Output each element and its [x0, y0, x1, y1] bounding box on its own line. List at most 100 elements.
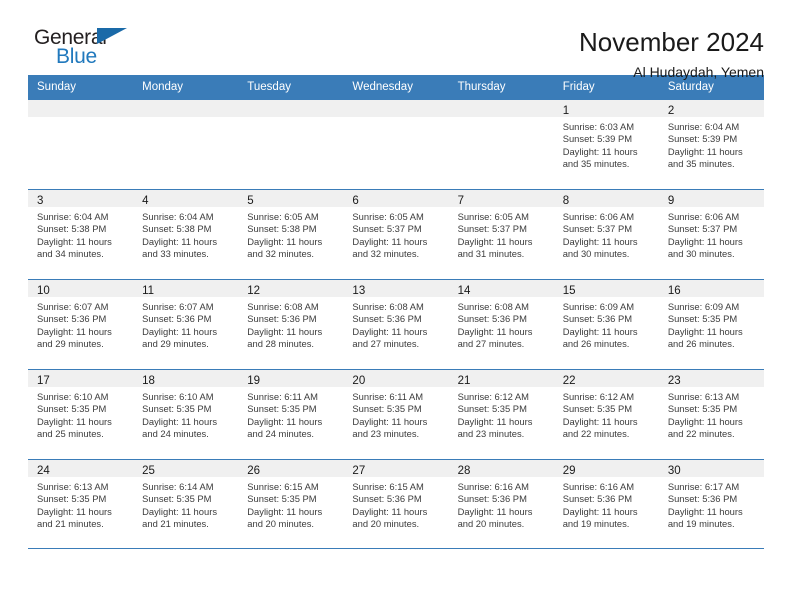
daylight-text-line2: and 27 minutes.: [457, 338, 525, 350]
day-number-band: 3: [28, 190, 134, 207]
day-number-band: 26: [238, 460, 344, 477]
daylight-text-line2: and 22 minutes.: [562, 428, 630, 440]
day-sun-info: Sunrise: 6:15 AM Sunset: 5:36 PM Daylight:…: [343, 477, 448, 531]
calendar-day-cell[interactable]: 10 Sunrise: 6:07 AM Sunset: 5:36 PM Dayligh…: [28, 280, 134, 369]
day-number: 4: [142, 195, 149, 207]
day-number: 19: [247, 375, 261, 387]
day-number-band: 1: [553, 100, 659, 117]
day-number-band: 18: [133, 370, 239, 387]
calendar-day-cell[interactable]: 17 Sunrise: 6:10 AM Sunset: 5:35 PM Dayligh…: [28, 370, 134, 459]
sunset-text: Sunset: 5:35 PM: [667, 313, 738, 325]
daylight-text-line2: and 35 minutes.: [562, 158, 630, 170]
daylight-text-line2: and 20 minutes.: [457, 518, 525, 530]
calendar-day-cell[interactable]: 27 Sunrise: 6:15 AM Sunset: 5:36 PM Dayligh…: [343, 460, 449, 548]
calendar-day-cell[interactable]: 14 Sunrise: 6:08 AM Sunset: 5:36 PM Dayligh…: [448, 280, 554, 369]
sunset-text: Sunset: 5:36 PM: [457, 493, 527, 505]
day-number-band: 21: [448, 370, 554, 387]
calendar-day-cell-empty: [343, 100, 449, 189]
daylight-text-line1: Daylight: 11 hours: [37, 235, 112, 247]
sunrise-text: Sunrise: 6:07 AM: [142, 301, 214, 312]
day-number-band: 12: [238, 280, 344, 297]
calendar-week-row: 1 Sunrise: 6:03 AM Sunset: 5:39 PM Daylight…: [28, 99, 764, 189]
daylight-text-line1: Daylight: 11 hours: [142, 325, 218, 337]
day-number: 9: [667, 195, 675, 207]
daylight-text-line2: and 32 minutes.: [352, 248, 420, 260]
day-number-band: [343, 100, 449, 117]
sunset-text: Sunset: 5:36 PM: [562, 313, 633, 325]
calendar-day-cell[interactable]: 30 Sunrise: 6:17 AM Sunset: 5:36 PM Dayligh…: [658, 460, 764, 548]
daylight-text-line2: and 27 minutes.: [352, 338, 420, 350]
calendar-day-cell[interactable]: 24 Sunrise: 6:13 AM Sunset: 5:35 PM Dayligh…: [28, 460, 134, 548]
sunrise-text: Sunrise: 6:12 AM: [457, 391, 529, 402]
calendar-day-cell[interactable]: 16 Sunrise: 6:09 AM Sunset: 5:35 PM Dayligh…: [658, 280, 764, 369]
logo-text-blue: Blue: [56, 45, 97, 68]
day-sun-info: Sunrise: 6:08 AM Sunset: 5:36 PM Daylight:…: [449, 297, 554, 351]
sunset-text: Sunset: 5:35 PM: [37, 403, 107, 415]
calendar-day-cell[interactable]: 18 Sunrise: 6:10 AM Sunset: 5:35 PM Dayligh…: [133, 370, 239, 459]
sunset-text: Sunset: 5:36 PM: [352, 493, 422, 505]
daylight-text-line1: Daylight: 11 hours: [562, 145, 638, 157]
day-number-band: 10: [28, 280, 134, 297]
day-sun-info: Sunrise: 6:15 AM Sunset: 5:35 PM Daylight:…: [238, 477, 343, 531]
daylight-text-line2: and 20 minutes.: [352, 518, 420, 530]
general-blue-logo[interactable]: General Blue: [28, 26, 148, 72]
weekday-header-row: Sunday Monday Tuesday Wednesday Thursday…: [28, 75, 764, 99]
sunset-text: Sunset: 5:35 PM: [142, 493, 212, 505]
sunrise-text: Sunrise: 6:07 AM: [37, 301, 109, 312]
calendar-day-cell[interactable]: 19 Sunrise: 6:11 AM Sunset: 5:35 PM Dayligh…: [238, 370, 344, 459]
calendar-day-cell[interactable]: 15 Sunrise: 6:09 AM Sunset: 5:36 PM Dayligh…: [553, 280, 659, 369]
sunset-text: Sunset: 5:35 PM: [667, 403, 738, 415]
day-sun-info: Sunrise: 6:04 AM Sunset: 5:38 PM Daylight:…: [133, 207, 238, 261]
day-number-band: 5: [238, 190, 344, 207]
day-number-band: 14: [448, 280, 554, 297]
calendar-day-cell[interactable]: 22 Sunrise: 6:12 AM Sunset: 5:35 PM Dayligh…: [553, 370, 659, 459]
calendar-day-cell[interactable]: 28 Sunrise: 6:16 AM Sunset: 5:36 PM Dayligh…: [448, 460, 554, 548]
daylight-text-line2: and 21 minutes.: [37, 518, 104, 530]
day-number: 24: [37, 465, 50, 477]
calendar-day-cell[interactable]: 21 Sunrise: 6:12 AM Sunset: 5:35 PM Dayligh…: [448, 370, 554, 459]
calendar-day-cell[interactable]: 20 Sunrise: 6:11 AM Sunset: 5:35 PM Dayligh…: [343, 370, 449, 459]
sunrise-text: Sunrise: 6:08 AM: [247, 301, 319, 312]
sunrise-text: Sunrise: 6:12 AM: [562, 391, 635, 402]
day-sun-info: Sunrise: 6:16 AM Sunset: 5:36 PM Daylight:…: [554, 477, 659, 531]
day-number-band: 13: [343, 280, 449, 297]
sunset-text: Sunset: 5:36 PM: [352, 313, 422, 325]
sunset-text: Sunset: 5:35 PM: [247, 493, 317, 505]
calendar-day-cell[interactable]: 3 Sunrise: 6:04 AM Sunset: 5:38 PM Daylight…: [28, 190, 134, 279]
calendar-day-cell[interactable]: 9 Sunrise: 6:06 AM Sunset: 5:37 PM Daylight…: [658, 190, 764, 279]
calendar-day-cell[interactable]: 5 Sunrise: 6:05 AM Sunset: 5:38 PM Daylight…: [238, 190, 344, 279]
daylight-text-line1: Daylight: 11 hours: [667, 325, 743, 337]
calendar-day-cell[interactable]: 12 Sunrise: 6:08 AM Sunset: 5:36 PM Dayligh…: [238, 280, 344, 369]
day-number: 5: [247, 195, 254, 207]
daylight-text-line2: and 29 minutes.: [37, 338, 104, 350]
daylight-text-line2: and 35 minutes.: [667, 158, 735, 170]
day-number-band: 25: [133, 460, 239, 477]
daylight-text-line2: and 34 minutes.: [37, 248, 104, 260]
calendar-day-cell[interactable]: 11 Sunrise: 6:07 AM Sunset: 5:36 PM Dayligh…: [133, 280, 239, 369]
calendar-day-cell[interactable]: 4 Sunrise: 6:04 AM Sunset: 5:38 PM Daylight…: [133, 190, 239, 279]
daylight-text-line2: and 26 minutes.: [562, 338, 630, 350]
sunset-text: Sunset: 5:35 PM: [247, 403, 317, 415]
calendar-day-cell[interactable]: 26 Sunrise: 6:15 AM Sunset: 5:35 PM Dayligh…: [238, 460, 344, 548]
calendar-day-cell[interactable]: 8 Sunrise: 6:06 AM Sunset: 5:37 PM Daylight…: [553, 190, 659, 279]
day-number-band: 17: [28, 370, 134, 387]
calendar-day-cell[interactable]: 23 Sunrise: 6:13 AM Sunset: 5:35 PM Dayligh…: [658, 370, 764, 459]
calendar-day-cell[interactable]: 13 Sunrise: 6:08 AM Sunset: 5:36 PM Dayligh…: [343, 280, 449, 369]
calendar-day-cell[interactable]: 29 Sunrise: 6:16 AM Sunset: 5:36 PM Dayligh…: [553, 460, 659, 548]
day-number-band: 15: [553, 280, 659, 297]
day-sun-info: Sunrise: 6:07 AM Sunset: 5:36 PM Daylight:…: [28, 297, 133, 351]
sunset-text: Sunset: 5:37 PM: [457, 223, 527, 235]
day-sun-info: Sunrise: 6:05 AM Sunset: 5:37 PM Daylight:…: [449, 207, 554, 261]
calendar-day-cell[interactable]: 7 Sunrise: 6:05 AM Sunset: 5:37 PM Daylight…: [448, 190, 554, 279]
day-number-band: 4: [133, 190, 239, 207]
calendar-day-cell[interactable]: 6 Sunrise: 6:05 AM Sunset: 5:37 PM Daylight…: [343, 190, 449, 279]
daylight-text-line1: Daylight: 11 hours: [37, 415, 112, 427]
calendar-day-cell[interactable]: 25 Sunrise: 6:14 AM Sunset: 5:35 PM Dayligh…: [133, 460, 239, 548]
daylight-text-line1: Daylight: 11 hours: [457, 415, 533, 427]
day-number-band: [238, 100, 344, 117]
day-number: 23: [667, 375, 681, 387]
calendar-day-cell[interactable]: 2 Sunrise: 6:04 AM Sunset: 5:39 PM Daylight…: [658, 100, 764, 189]
daylight-text-line2: and 24 minutes.: [247, 428, 314, 440]
calendar-day-cell[interactable]: 1 Sunrise: 6:03 AM Sunset: 5:39 PM Daylight…: [553, 100, 659, 189]
day-number-band: 29: [553, 460, 659, 477]
